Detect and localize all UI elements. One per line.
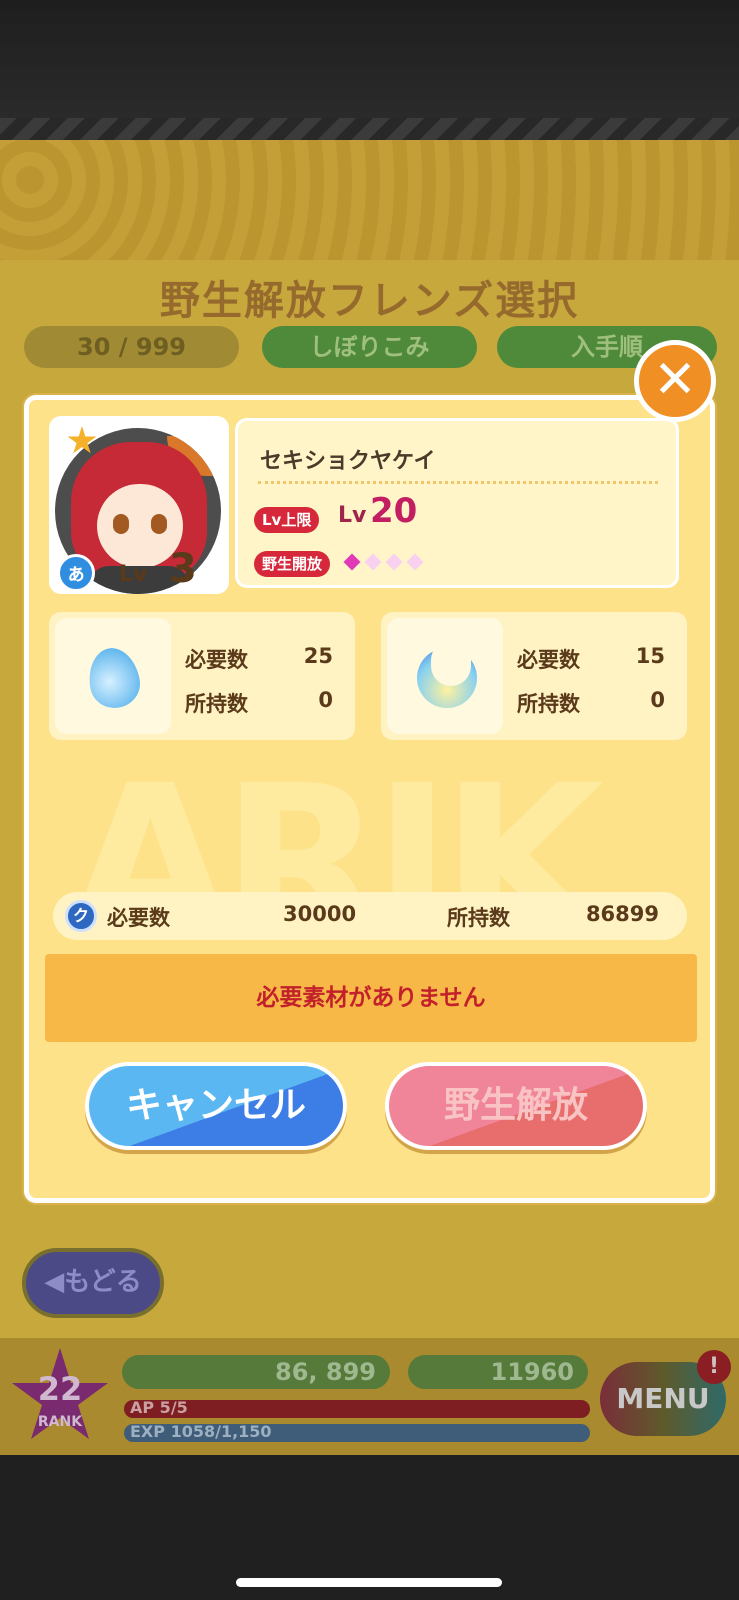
lv-limit-value: 20: [370, 491, 418, 531]
level-label: Lv: [119, 562, 148, 587]
attribute-icon: ぁ: [57, 554, 95, 592]
friend-avatar-card: ぁ Lv 3: [49, 416, 229, 594]
rank-badge: 22 RANK: [10, 1348, 110, 1448]
coin-icon: ク: [65, 900, 97, 932]
owned-label: 所持数: [185, 692, 248, 716]
wild-release-dialog: ARIK ぁ Lv 3 セキショクヤケイ Lv上限 Lv 20 野生開放 必要数…: [24, 395, 715, 1203]
background-pattern: [0, 140, 739, 260]
stage-diamond-icon: [406, 553, 424, 571]
coin-owned-label: 所持数: [447, 906, 510, 930]
rank-number: 22: [37, 1370, 83, 1408]
coin-required-value: 30000: [283, 902, 357, 926]
wild-release-tag: 野生開放: [254, 551, 331, 577]
stage-diamond-icon: [343, 553, 361, 571]
owned-label: 所持数: [517, 692, 580, 716]
blue-drop-icon: [84, 644, 144, 712]
tickets-display: 11960: [408, 1355, 588, 1389]
friend-count: 30 / 999: [24, 326, 239, 368]
material-card-1: 必要数 25 所持数 0: [49, 612, 355, 740]
material-icon-box: [387, 618, 503, 734]
exp-text: EXP 1058/1,150: [130, 1422, 272, 1441]
divider: [258, 481, 658, 484]
dialog-background-lettering: ARIK: [69, 740, 604, 985]
friend-info-card: セキショクヤケイ Lv上限 Lv 20 野生開放: [235, 418, 679, 588]
portrait-eye: [151, 514, 167, 534]
wild-release-stage: [343, 553, 430, 572]
friend-name: セキショクヤケイ: [260, 449, 436, 474]
top-bar: [0, 0, 739, 140]
required-value: 25: [303, 644, 333, 668]
lv-limit-tag: Lv上限: [254, 507, 320, 533]
required-label: 必要数: [517, 648, 580, 672]
owned-value: 0: [318, 688, 333, 712]
owned-value: 0: [650, 688, 665, 712]
top-border-pattern: [0, 118, 739, 140]
rank-label: RANK: [37, 1414, 83, 1430]
missing-materials-warning: 必要素材がありません: [45, 954, 697, 1042]
close-icon[interactable]: ✕: [634, 340, 716, 422]
level-value: 3: [169, 546, 197, 592]
stage-diamond-icon: [364, 553, 382, 571]
stage-diamond-icon: [385, 553, 403, 571]
screen-title: 野生解放フレンズ選択: [159, 278, 580, 324]
coins-display: 86, 899: [122, 1355, 390, 1389]
coin-requirement-row: ク 必要数 30000 所持数 86899: [53, 892, 687, 940]
back-button[interactable]: ◀もどる: [22, 1248, 164, 1318]
filter-button[interactable]: しぼりこみ: [262, 326, 477, 368]
ap-text: AP 5/5: [130, 1398, 188, 1417]
moon-shadow: [431, 640, 471, 686]
ap-bar: [124, 1400, 590, 1418]
material-icon-box: [55, 618, 171, 734]
coin-owned-value: 86899: [585, 902, 659, 926]
required-label: 必要数: [185, 648, 248, 672]
lv-limit-prefix: Lv: [338, 503, 367, 528]
home-indicator[interactable]: [236, 1578, 502, 1587]
required-value: 15: [635, 644, 665, 668]
menu-alert-badge: !: [697, 1350, 731, 1384]
cancel-button[interactable]: キャンセル: [85, 1062, 347, 1150]
material-card-2: 必要数 15 所持数 0: [381, 612, 687, 740]
coin-required-label: 必要数: [107, 906, 170, 930]
portrait-eye: [113, 514, 129, 534]
wild-release-button[interactable]: 野生解放: [385, 1062, 647, 1150]
